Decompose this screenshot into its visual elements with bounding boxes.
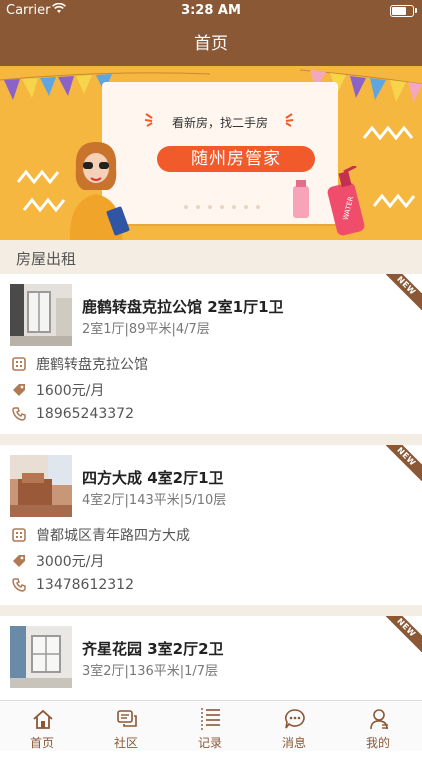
listing-address: 鹿鹤转盘克拉公馆	[36, 357, 148, 373]
listing-address-row: 鹿鹤转盘克拉公馆	[12, 354, 148, 374]
tab-label: 社区	[113, 736, 138, 750]
tab-records[interactable]: 记录	[168, 701, 252, 751]
water-bottle-icon: WATER	[327, 166, 365, 236]
listing-photo	[10, 284, 72, 346]
squiggle-right-bottom-icon	[372, 193, 416, 209]
listing-photo	[10, 626, 72, 688]
spark-right-icon	[285, 113, 294, 127]
tab-messages[interactable]: 消息	[252, 701, 336, 751]
building-icon	[12, 357, 26, 371]
woman-illustration-icon	[69, 142, 130, 240]
home-icon	[33, 709, 53, 729]
tab-label: 记录	[197, 736, 222, 750]
tab-profile[interactable]: 我的	[336, 701, 420, 751]
dots-decoration-icon	[184, 205, 260, 209]
price-tag-icon	[13, 555, 25, 567]
listing-phone-row[interactable]: 18965243372	[12, 406, 134, 422]
nav-bar: 首页	[0, 22, 422, 66]
listing-phone-row[interactable]: 13478612312	[12, 577, 134, 593]
listing-phone[interactable]: 18965243372	[36, 406, 134, 422]
message-icon	[285, 709, 305, 729]
price-tag-icon	[13, 384, 25, 396]
listing-card[interactable]: 齐星花园 3室2厅2卫 3室2厅|136平米|1/7层 NEW	[0, 616, 422, 776]
section-header: 房屋出租	[0, 240, 422, 274]
listing-specs: 2室1厅|89平米|4/7层	[82, 322, 210, 337]
tab-label: 首页	[29, 736, 54, 750]
listing-card[interactable]: 四方大成 4室2厅1卫 4室2厅|143平米|5/10层 NEW 曾都城区青年路…	[0, 445, 422, 605]
listing-photo	[10, 455, 72, 517]
listing-address: 曾都城区青年路四方大成	[36, 528, 190, 544]
promo-banner[interactable]: 看新房，找二手房 随州房管家 WATER	[0, 66, 422, 240]
listing-price-row: 1600元/月	[12, 380, 104, 400]
listing-specs: 4室2厅|143平米|5/10层	[82, 493, 227, 508]
profile-icon	[370, 709, 388, 730]
new-badge: NEW	[386, 445, 422, 481]
battery-icon	[390, 5, 417, 17]
new-badge: NEW	[386, 616, 422, 652]
listing-price: 1600元/月	[36, 383, 105, 399]
clock: 3:28 AM	[181, 3, 241, 18]
building-icon	[12, 528, 26, 542]
listing-card[interactable]: 鹿鹤转盘克拉公馆 2室1厅1卫 2室1厅|89平米|4/7层 NEW 鹿鹤转盘克…	[0, 274, 422, 434]
tab-label: 消息	[281, 736, 306, 750]
listing-address-row: 曾都城区青年路四方大成	[12, 525, 190, 545]
status-bar: Carrier 3:28 AM	[0, 0, 422, 22]
tab-label: 我的	[365, 736, 390, 750]
listing-title: 齐星花园 3室2厅2卫	[82, 640, 224, 658]
tab-home[interactable]: 首页	[0, 701, 84, 751]
phone-icon	[12, 578, 26, 592]
listing-price-row: 3000元/月	[12, 551, 104, 571]
banner-tagline: 看新房，找二手房	[171, 116, 268, 130]
section-title: 房屋出租	[16, 250, 77, 268]
listing-title: 鹿鹤转盘克拉公馆 2室1厅1卫	[82, 298, 284, 316]
banner-brand: 随州房管家	[157, 146, 315, 172]
listing-specs: 3室2厅|136平米|1/7层	[82, 664, 219, 679]
phone-icon	[12, 407, 26, 421]
lotion-tube-icon	[293, 180, 309, 218]
listing-title: 四方大成 4室2厅1卫	[82, 469, 224, 487]
listing-phone[interactable]: 13478612312	[36, 577, 134, 593]
squiggle-right-icon	[362, 125, 414, 141]
page-title: 首页	[194, 34, 228, 54]
listing-price: 3000元/月	[36, 554, 105, 570]
community-icon	[117, 710, 137, 727]
list-icon	[201, 708, 220, 730]
tab-community[interactable]: 社区	[84, 701, 168, 751]
tab-bar: 首页 社区 记录 消息 我的	[0, 700, 422, 751]
new-badge: NEW	[386, 274, 422, 310]
